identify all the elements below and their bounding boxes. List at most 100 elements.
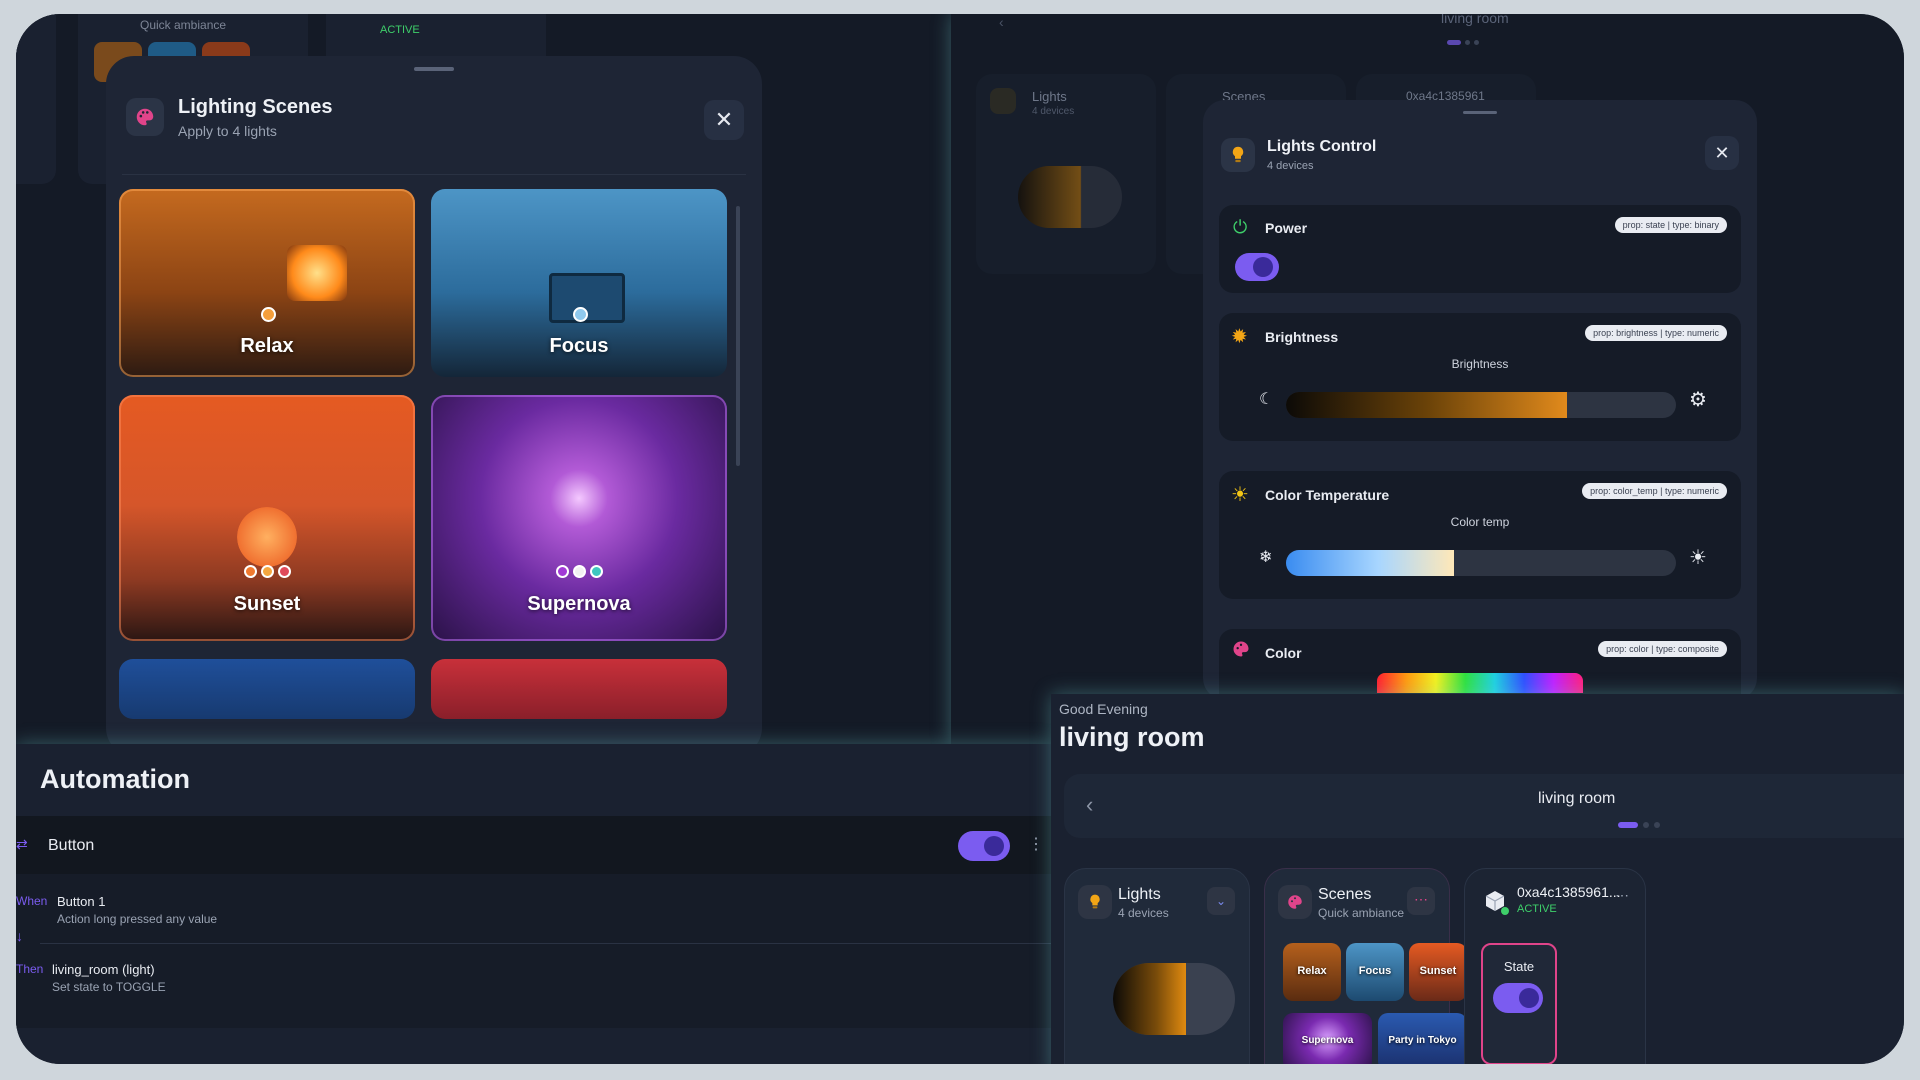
shuffle-icon: ⇄ <box>16 836 28 852</box>
scenes-card[interactable]: Scenes Quick ambiance ⋯ Relax Focus Suns… <box>1264 868 1467 1064</box>
color-temp-prop-chip: prop: color_temp | type: numeric <box>1582 483 1727 499</box>
chevron-left-icon[interactable]: ‹ <box>1086 792 1093 818</box>
screen-frame: Quick ambiance ACTIVE Lighting Scenes Ap… <box>16 14 1904 1064</box>
automation-title: Automation <box>40 764 190 794</box>
bg-brightness-pill <box>1018 166 1122 228</box>
brightness-section: ✹ Brightness prop: brightness | type: nu… <box>1219 313 1741 441</box>
room-nav-bar: ‹ living room <box>1064 774 1904 838</box>
bg-card-left <box>16 14 56 184</box>
close-button[interactable]: ✕ <box>704 100 744 140</box>
scene-tile-relax[interactable]: Relax <box>119 189 415 377</box>
device-more-icon[interactable]: ⋯ <box>1615 887 1629 904</box>
scene-tile-partial-red[interactable] <box>431 659 727 719</box>
close-icon: ✕ <box>714 107 734 132</box>
more-button[interactable]: ⋯ <box>1407 887 1435 915</box>
mini-scene-relax[interactable]: Relax <box>1283 943 1341 1001</box>
modal-title: Lighting Scenes <box>178 96 333 118</box>
power-section: ⏻ Power prop: state | type: binary <box>1219 205 1741 293</box>
room-title: living room <box>1059 722 1205 752</box>
bg-pager <box>1447 32 1479 50</box>
rule-enabled-toggle[interactable] <box>958 831 1010 861</box>
bg-lights-card: Lights 4 devices <box>976 74 1156 274</box>
lights-card[interactable]: Lights 4 devices ⌄ <box>1064 868 1250 1064</box>
color-temp-label: Color Temperature <box>1265 487 1390 503</box>
power-toggle[interactable] <box>1235 253 1279 281</box>
chevron-down-icon: ⌄ <box>1215 894 1227 908</box>
more-icon[interactable]: ⋮ <box>1028 834 1044 854</box>
device-status: ACTIVE <box>1517 903 1557 915</box>
more-icon: ⋯ <box>1414 891 1428 907</box>
scene-dot <box>261 307 276 322</box>
then-tag: Then <box>16 962 44 976</box>
device-card[interactable]: 0xa4c1385961... ACTIVE ⋯ State <box>1464 868 1646 1064</box>
state-label: State <box>1503 959 1535 974</box>
bulb-icon <box>1078 885 1112 919</box>
scene-tile-label: Focus <box>549 335 609 357</box>
color-temp-slider[interactable] <box>1286 550 1676 576</box>
state-tile[interactable]: State <box>1481 943 1557 1064</box>
bg-lights-title: Lights <box>1032 89 1067 104</box>
moon-icon: ☾ <box>1259 391 1274 408</box>
rule-header: ⇄ Button ⋮ <box>16 816 1051 874</box>
lighting-scenes-modal: Lighting Scenes Apply to 4 lights ✕ Rela… <box>106 56 762 756</box>
color-label: Color <box>1265 645 1302 661</box>
color-temp-fill <box>1286 550 1454 576</box>
nav-room-label: living room <box>1538 790 1616 807</box>
modal-subtitle: Apply to 4 lights <box>178 123 277 139</box>
then-title: living_room (light) <box>52 962 155 977</box>
bg-lights-sub: 4 devices <box>1032 106 1075 117</box>
scene-tile-supernova[interactable]: Supernova <box>431 395 727 641</box>
scene-tile-partial-blue[interactable] <box>119 659 415 719</box>
bg-status: ACTIVE <box>380 24 420 36</box>
automation-rule-card: ⇄ Button ⋮ When Button 1 Action long pre… <box>16 816 1051 1028</box>
power-icon: ⏻ <box>1233 217 1248 237</box>
color-temp-section: ☀ Color Temperature prop: color_temp | t… <box>1219 471 1741 599</box>
sun-shape <box>237 507 297 567</box>
state-toggle[interactable] <box>1493 983 1543 1013</box>
close-icon: ✕ <box>1714 142 1730 163</box>
lights-brightness-fill <box>1113 963 1187 1035</box>
brightness-label: Brightness <box>1265 329 1339 345</box>
fireplace-glow <box>287 245 347 301</box>
lights-card-title: Lights <box>1118 886 1161 903</box>
lights-brightness-pill[interactable] <box>1113 963 1235 1035</box>
palette-icon <box>126 98 164 136</box>
chevron-down-button[interactable]: ⌄ <box>1207 887 1235 915</box>
color-spectrum[interactable] <box>1377 673 1583 693</box>
mini-scene-focus[interactable]: Focus <box>1346 943 1404 1001</box>
brightness-slider[interactable] <box>1286 392 1676 418</box>
scene-dot <box>573 307 588 322</box>
scrollbar[interactable] <box>736 206 740 466</box>
scene-tile-label: Supernova <box>527 593 631 615</box>
drag-handle[interactable] <box>1463 111 1497 114</box>
brightness-caption: Brightness <box>1451 357 1509 371</box>
step-divider <box>40 943 1051 944</box>
when-title: Button 1 <box>57 894 106 909</box>
mini-scene-supernova[interactable]: Supernova <box>1283 1013 1372 1064</box>
bg-card-subtitle: Quick ambiance <box>140 18 227 32</box>
drag-handle[interactable] <box>414 67 454 71</box>
mini-scene-sunset[interactable]: Sunset <box>1409 943 1467 1001</box>
bulb-icon <box>1221 138 1255 172</box>
brightness-prop-chip: prop: brightness | type: numeric <box>1585 325 1727 341</box>
bg-chevron-left-icon: ‹ <box>999 14 1004 30</box>
lights-card-subtitle: 4 devices <box>1118 906 1169 920</box>
scene-tile-sunset[interactable]: Sunset <box>119 395 415 641</box>
bg-bulb-icon <box>990 88 1016 114</box>
close-button[interactable]: ✕ <box>1705 136 1739 170</box>
when-desc: Action long pressed any value <box>57 912 218 926</box>
snowflake-icon: ❄ <box>1259 549 1273 566</box>
scene-tile-focus[interactable]: Focus <box>431 189 727 377</box>
power-label: Power <box>1265 220 1308 236</box>
brightness-max-icon: ⚙ <box>1689 389 1707 411</box>
then-desc: Set state to TOGGLE <box>52 980 166 994</box>
color-prop-chip: prop: color | type: composite <box>1598 641 1727 657</box>
mini-scene-party-in-tokyo[interactable]: Party in Tokyo <box>1378 1013 1467 1064</box>
scenes-card-subtitle: Quick ambiance <box>1318 906 1405 920</box>
sun-max-icon: ☀ <box>1689 547 1707 569</box>
brightness-fill <box>1286 392 1567 418</box>
cube-icon <box>1483 889 1509 915</box>
arrow-down-icon: ↓ <box>16 928 23 944</box>
brightness-icon: ✹ <box>1231 326 1248 348</box>
modal-divider <box>122 174 746 175</box>
